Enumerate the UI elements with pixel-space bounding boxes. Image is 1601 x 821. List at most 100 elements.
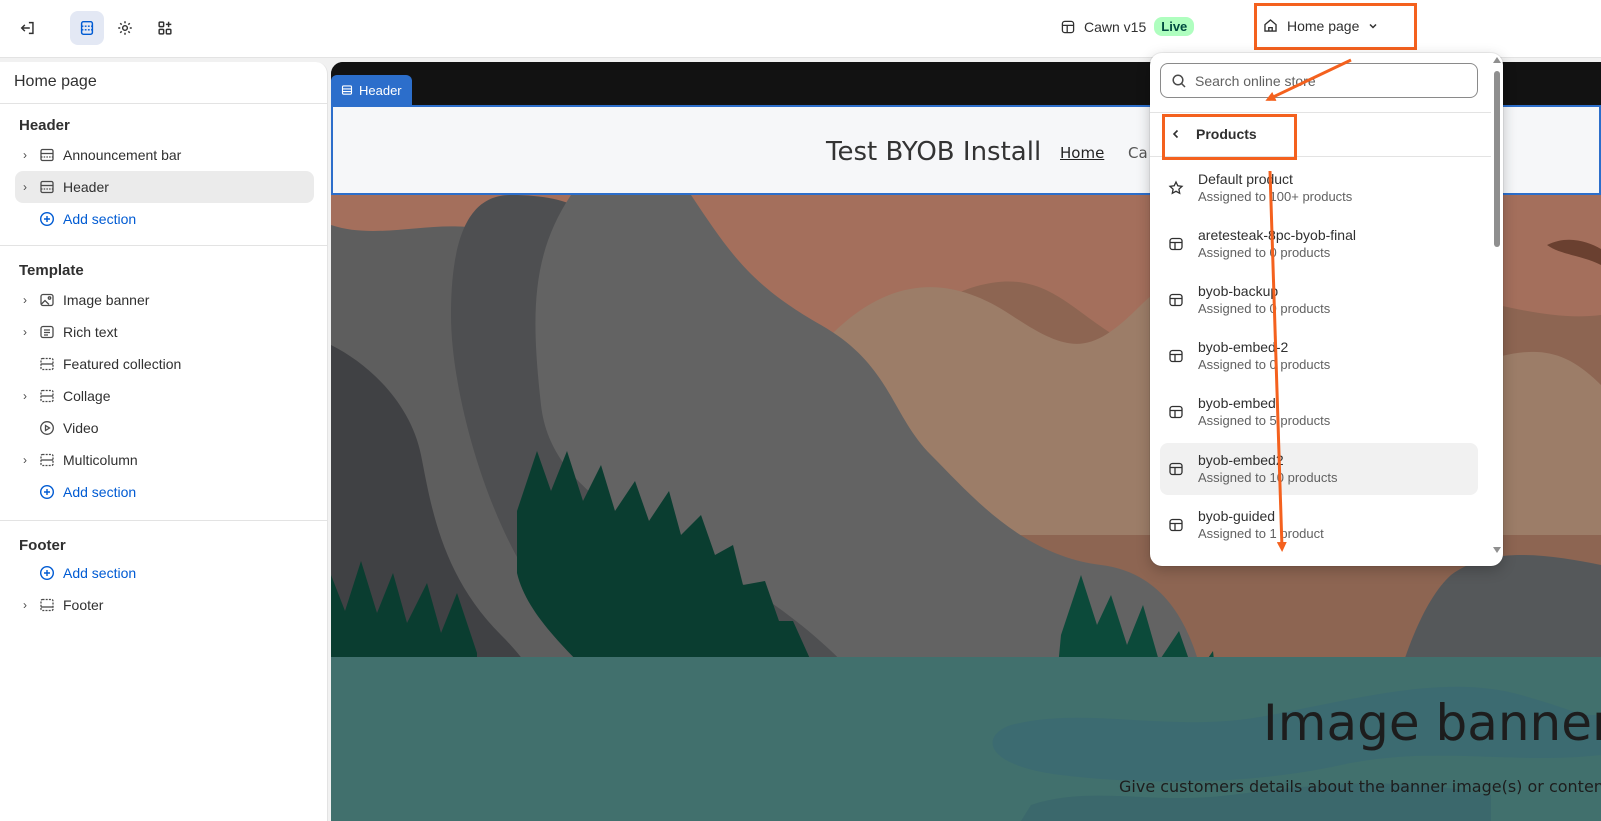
- header-tag-label: Header: [359, 82, 402, 98]
- plus-circle-icon: [39, 484, 55, 500]
- banner-subheading[interactable]: Give customers details about the banner …: [1119, 777, 1601, 796]
- section-icon: [39, 452, 55, 468]
- section-icon: [39, 597, 55, 613]
- search-field[interactable]: [1160, 63, 1478, 98]
- template-icon: [1168, 292, 1184, 308]
- divider: [0, 245, 328, 246]
- chevron-right-icon[interactable]: ›: [15, 389, 35, 403]
- star-icon: [1168, 180, 1184, 196]
- section-icon: [39, 388, 55, 404]
- template-assignment: Assigned to 0 products: [1198, 301, 1331, 316]
- sidebar-item-label: Header: [63, 179, 109, 195]
- template-name: byob-embed-2: [1198, 339, 1289, 355]
- sidebar-item-label: Announcement bar: [63, 147, 182, 163]
- sidebar-item-label: Rich text: [63, 324, 118, 340]
- list-item[interactable]: byob-embed2 Assigned to 10 products: [1160, 443, 1478, 495]
- template-icon: [1168, 236, 1184, 252]
- divider: [0, 103, 328, 104]
- add-section-header[interactable]: Add section: [15, 203, 314, 235]
- sidebar-item-featured-collection[interactable]: Featured collection: [15, 348, 314, 380]
- list-item[interactable]: aretesteak-8pc-byob-final Assigned to 0 p…: [1160, 218, 1478, 270]
- sidebar-item-multicolumn[interactable]: › Multicolumn: [15, 444, 314, 476]
- theme-settings-button[interactable]: [108, 11, 142, 45]
- layout-icon: [1061, 20, 1075, 33]
- sidebar-item-footer[interactable]: › Footer: [15, 589, 314, 621]
- scroll-thumb[interactable]: [1494, 71, 1500, 247]
- sidebar-item-label: Footer: [63, 597, 104, 613]
- template-assignment: Assigned to 0 products: [1198, 357, 1331, 372]
- scroll-down-icon[interactable]: [1493, 547, 1501, 553]
- products-highlight: [1162, 114, 1297, 160]
- add-section-label: Add section: [63, 211, 137, 227]
- theme-name: Cawn v15: [1084, 18, 1147, 35]
- add-section-template[interactable]: Add section: [15, 476, 314, 508]
- search-input[interactable]: [1195, 72, 1465, 89]
- theme-info: Cawn v15 Live: [1060, 17, 1195, 36]
- page-selector-highlight: [1254, 3, 1417, 50]
- popover-scrollbar[interactable]: [1493, 57, 1501, 561]
- section-icon: [39, 356, 55, 372]
- gear-icon: [118, 21, 132, 35]
- plus-circle-icon: [39, 565, 55, 581]
- add-section-label: Add section: [63, 484, 137, 500]
- list-item[interactable]: Default product Assigned to 100+ products: [1160, 162, 1478, 214]
- nav-link-catalog[interactable]: Ca: [1128, 144, 1148, 162]
- list-item[interactable]: byob-guided Assigned to 1 product: [1160, 499, 1478, 551]
- play-circle-icon: [39, 420, 55, 436]
- template-name: byob-guided: [1198, 508, 1276, 524]
- plus-circle-icon: [39, 211, 55, 227]
- template-name: Default product: [1198, 171, 1293, 187]
- template-name: byob-backup: [1198, 283, 1279, 299]
- sidebar-item-image-banner[interactable]: › Image banner: [15, 284, 314, 316]
- chevron-right-icon[interactable]: ›: [15, 598, 35, 612]
- add-section-label: Add section: [63, 565, 137, 581]
- nav-link-home[interactable]: Home: [1060, 144, 1104, 162]
- template-icon: [1168, 348, 1184, 364]
- sections-button[interactable]: [70, 11, 104, 45]
- template-icon: [1168, 461, 1184, 477]
- search-icon: [1172, 73, 1186, 88]
- section-icon: [39, 147, 55, 163]
- sidebar-item-collage[interactable]: › Collage: [15, 380, 314, 412]
- sidebar-item-label: Collage: [63, 388, 111, 404]
- sections-icon: [80, 20, 94, 36]
- sidebar-item-header[interactable]: › Header: [15, 171, 314, 203]
- chevron-right-icon[interactable]: ›: [15, 453, 35, 467]
- template-assignment: Assigned to 0 products: [1198, 245, 1331, 260]
- chevron-right-icon[interactable]: ›: [15, 148, 35, 162]
- sidebar-item-video[interactable]: Video: [15, 412, 314, 444]
- template-name: byob-embed2: [1198, 452, 1284, 468]
- template-name: aretesteak-8pc-byob-final: [1198, 227, 1356, 243]
- chevron-right-icon[interactable]: ›: [15, 293, 35, 307]
- exit-button[interactable]: [11, 11, 45, 45]
- chevron-right-icon[interactable]: ›: [15, 325, 35, 339]
- template-assignment: Assigned to 1 product: [1198, 526, 1324, 541]
- list-item[interactable]: byob-backup Assigned to 0 products: [1160, 274, 1478, 326]
- group-template-label: Template: [19, 262, 84, 279]
- chevron-right-icon[interactable]: ›: [15, 180, 35, 194]
- template-icon: [1168, 404, 1184, 420]
- store-name[interactable]: Test BYOB Install: [826, 137, 1041, 167]
- group-header-label: Header: [19, 117, 70, 134]
- image-icon: [39, 292, 55, 308]
- sidebar-title: Home page: [14, 73, 97, 90]
- sections-sidebar: Home page Header › Announcement bar › He…: [0, 62, 328, 821]
- template-name: byob-embed: [1198, 395, 1276, 411]
- add-section-footer[interactable]: Add section: [15, 557, 314, 589]
- section-icon: [39, 179, 55, 195]
- sidebar-item-rich-text[interactable]: › Rich text: [15, 316, 314, 348]
- scroll-up-icon[interactable]: [1493, 57, 1501, 63]
- sidebar-item-label: Image banner: [63, 292, 150, 308]
- text-block-icon: [39, 324, 55, 340]
- banner-heading[interactable]: Image banner: [1263, 694, 1601, 752]
- sidebar-item-announcement-bar[interactable]: › Announcement bar: [15, 139, 314, 171]
- list-item[interactable]: byob-embed-2 Assigned to 0 products: [1160, 330, 1478, 382]
- header-section-tag[interactable]: Header: [331, 75, 412, 105]
- template-assignment: Assigned to 100+ products: [1198, 189, 1353, 204]
- apps-button[interactable]: [148, 11, 182, 45]
- list-item[interactable]: byob-embed Assigned to 5 products: [1160, 386, 1478, 438]
- sidebar-item-label: Featured collection: [63, 356, 182, 372]
- section-icon: [341, 85, 353, 95]
- group-footer-label: Footer: [19, 537, 66, 554]
- exit-icon: [20, 21, 34, 35]
